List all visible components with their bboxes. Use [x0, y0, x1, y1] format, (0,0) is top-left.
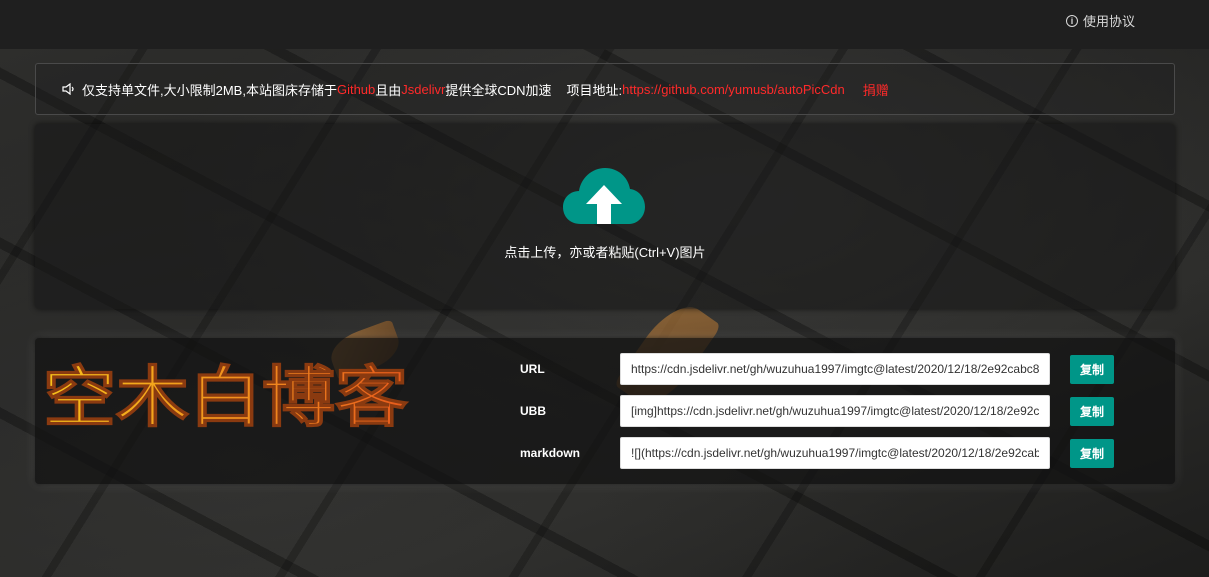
terms-link[interactable]: i 使用协议: [1065, 11, 1135, 30]
notice-text: 仅支持单文件,大小限制2MB,本站图床存储于: [82, 82, 337, 98]
copy-markdown-button[interactable]: 复制: [1070, 438, 1114, 468]
ubb-row: UBB 复制: [520, 395, 1114, 427]
jsdelivr-link[interactable]: Jsdelivr: [401, 82, 445, 97]
ubb-label: UBB: [520, 404, 546, 418]
top-bar: i 使用协议: [0, 0, 1209, 49]
cloud-upload-icon: [563, 168, 645, 224]
project-link[interactable]: https://github.com/yumusb/autoPicCdn: [622, 82, 845, 97]
ubb-field[interactable]: [620, 395, 1050, 427]
info-circle-icon: i: [1065, 14, 1078, 27]
url-field[interactable]: [620, 353, 1050, 385]
copy-ubb-button[interactable]: 复制: [1070, 396, 1114, 426]
upload-hint: 点击上传，亦或者粘贴(Ctrl+V)图片: [504, 245, 706, 260]
github-link[interactable]: Github: [337, 82, 375, 97]
copy-url-button[interactable]: 复制: [1070, 354, 1114, 384]
notice-text: 提供全球CDN加速: [445, 82, 552, 98]
markdown-label: markdown: [520, 446, 581, 460]
project-label: 项目地址:: [566, 82, 623, 98]
notice-text: 且由: [375, 82, 402, 98]
upload-dropzone[interactable]: 点击上传，亦或者粘贴(Ctrl+V)图片: [35, 124, 1175, 309]
markdown-row: markdown 复制: [520, 437, 1114, 469]
preview-image: 空木白博客: [43, 358, 409, 436]
url-label: URL: [520, 362, 545, 376]
speaker-icon: [62, 83, 74, 95]
terms-label: 使用协议: [1082, 14, 1135, 29]
donate-link[interactable]: 捐赠: [863, 80, 889, 99]
result-panel: 空木白博客 URL 复制 UBB 复制 markdown 复制: [35, 338, 1175, 484]
preview-image-text: 空木白博客: [43, 359, 408, 436]
notice-bar: 仅支持单文件,大小限制2MB,本站图床存储于 Github 且由 Jsdeliv…: [35, 63, 1175, 115]
url-row: URL 复制: [520, 353, 1114, 385]
markdown-field[interactable]: [620, 437, 1050, 469]
